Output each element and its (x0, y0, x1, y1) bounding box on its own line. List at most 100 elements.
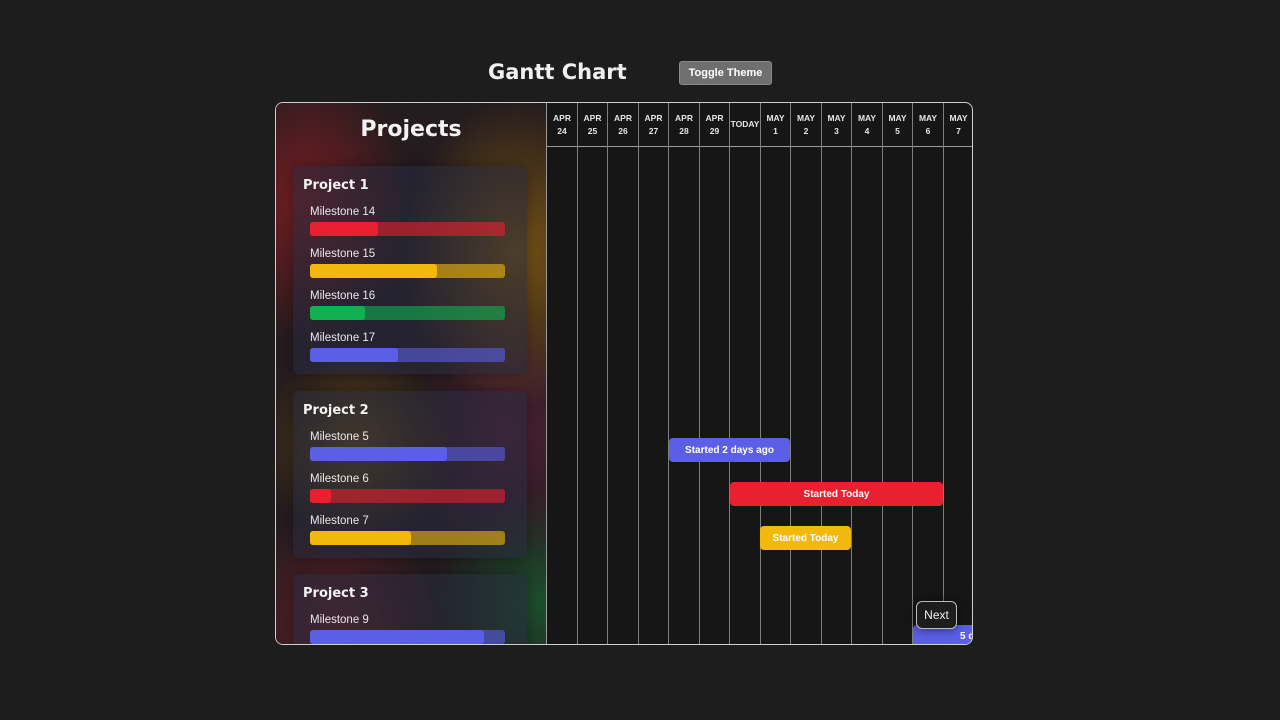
date-column-header: MAY 4 (852, 103, 882, 146)
gantt-container: Projects Project 1 Milestone 14 Mileston… (275, 102, 973, 645)
project-card-1: Project 1 Milestone 14 Milestone 15 Mile… (293, 166, 527, 374)
milestone-progress-fill (310, 222, 379, 236)
grid-line (637, 103, 639, 644)
date-column-header: MAY 7 (944, 103, 973, 146)
milestone-progress-track (310, 630, 505, 644)
grid-line (607, 103, 608, 644)
timeline-grid: APR 24 APR 25 APR 26 APR 27 APR 28 APR 29 TODAY MAY 1 M… (547, 103, 972, 644)
milestone-label: Milestone 16 (310, 290, 376, 302)
grid-line (912, 103, 913, 644)
date-column-header: MAY 1 (761, 103, 791, 146)
milestone-progress-fill (310, 264, 437, 278)
grid-line (942, 103, 944, 644)
projects-sidebar: Projects Project 1 Milestone 14 Mileston… (276, 103, 547, 644)
projects-heading: Projects (360, 117, 462, 142)
milestone-label: Milestone 17 (310, 332, 376, 344)
grid-line (790, 103, 791, 644)
date-month: MAY (888, 112, 907, 123)
grid-line (729, 103, 730, 644)
milestone-progress-fill (310, 630, 484, 644)
date-month: MAY (949, 112, 968, 123)
milestone-progress-track (310, 264, 505, 278)
milestone-progress-fill (310, 447, 447, 461)
date-day: 6 (925, 125, 931, 136)
task-bar-label: Started Today (772, 532, 839, 544)
date-column-header: MAY 6 (913, 103, 943, 146)
date-day: 29 (709, 125, 720, 136)
project-card-3: Project 3 Milestone 9 (293, 574, 527, 644)
date-month: MAY (766, 112, 785, 123)
date-column-header: APR 29 (700, 103, 730, 146)
project-title: Project 2 (303, 403, 369, 418)
milestone-item[interactable]: Milestone 16 (310, 290, 505, 322)
milestone-progress-fill (310, 489, 332, 503)
date-month: APR (675, 112, 693, 123)
milestone-progress-track (310, 531, 505, 545)
milestone-progress-track (310, 306, 505, 320)
milestone-progress-track (310, 489, 505, 503)
milestone-label: Milestone 9 (310, 614, 369, 626)
milestone-progress-track (310, 447, 505, 461)
date-month: MAY (857, 112, 877, 123)
toggle-theme-button[interactable]: Toggle Theme (679, 61, 772, 85)
milestone-item[interactable]: Milestone 17 (310, 332, 505, 364)
milestone-item[interactable]: Milestone 5 (310, 431, 505, 463)
milestone-label: Milestone 5 (310, 431, 369, 443)
date-day: 26 (618, 125, 628, 136)
milestone-item[interactable]: Milestone 15 (310, 248, 505, 280)
project-title: Project 1 (303, 178, 369, 193)
milestone-item[interactable]: Milestone 6 (310, 473, 505, 505)
date-month: MAY (918, 112, 938, 123)
date-month: TODAY (730, 119, 760, 129)
milestone-label: Milestone 15 (310, 248, 376, 260)
date-day: 2 (803, 125, 809, 136)
milestone-label: Milestone 6 (310, 473, 369, 485)
date-day: 4 (864, 125, 870, 136)
date-day: 28 (679, 125, 689, 136)
date-day: 1 (773, 125, 778, 136)
date-column-header: MAY 5 (883, 103, 913, 146)
task-bar[interactable]: Started 2 days ago (669, 438, 790, 462)
date-month: APR (583, 112, 602, 123)
project-card-2: Project 2 Milestone 5 Milestone 6 Milest… (293, 391, 527, 558)
next-button[interactable]: Next (916, 601, 957, 629)
task-bar-label: Started Today (803, 488, 870, 500)
project-title: Project 3 (303, 586, 369, 601)
date-day: 25 (587, 125, 598, 136)
milestone-label: Milestone 14 (310, 206, 376, 218)
task-bar[interactable]: Started Today (730, 482, 943, 506)
milestone-item[interactable]: Milestone 7 (310, 515, 505, 547)
date-column-header: TODAY (730, 103, 760, 146)
date-day: 3 (834, 125, 839, 136)
milestone-item[interactable]: Milestone 14 (310, 206, 505, 238)
milestone-label: Milestone 7 (310, 515, 369, 527)
milestone-progress-fill (310, 531, 412, 545)
grid-line (668, 103, 669, 644)
date-day: 7 (956, 125, 961, 136)
milestone-progress-track (310, 222, 505, 236)
date-month: APR (614, 112, 632, 123)
milestone-item[interactable]: Milestone 9 (310, 614, 505, 644)
milestone-progress-fill (310, 348, 398, 362)
grid-line (698, 103, 700, 644)
grid-line (576, 103, 578, 644)
date-day: 24 (557, 125, 567, 136)
date-month: APR (553, 112, 571, 123)
grid-line (881, 103, 883, 644)
date-column-header: APR 28 (669, 103, 699, 146)
date-day: 5 (895, 125, 900, 136)
date-column-header: APR 27 (639, 103, 669, 146)
milestone-progress-fill (310, 306, 365, 320)
date-month: APR (644, 112, 663, 123)
date-column-header: MAY 2 (791, 103, 821, 146)
task-bar-label: 5 d (960, 631, 972, 642)
task-bar[interactable]: Started Today (760, 526, 851, 550)
grid-line (820, 103, 822, 644)
date-column-header: APR 25 (578, 103, 608, 146)
date-day: 27 (648, 125, 659, 136)
date-month: MAY (827, 112, 846, 123)
date-column-header: MAY 3 (822, 103, 852, 146)
date-column-header: APR 26 (608, 103, 638, 146)
page-title: Gantt Chart (488, 60, 627, 84)
date-month: MAY (796, 112, 816, 123)
